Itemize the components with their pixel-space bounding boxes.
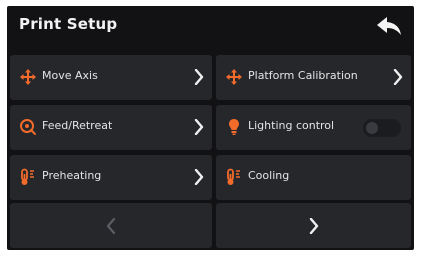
lighting-toggle[interactable]	[363, 119, 401, 137]
move-axis-icon	[18, 67, 38, 87]
lighting-control-label: Lighting control	[248, 119, 335, 132]
cooling-label: Cooling	[248, 169, 290, 182]
preheating-button[interactable]: Preheating	[10, 155, 212, 200]
light-bulb-icon	[224, 117, 244, 137]
toggle-knob	[366, 122, 378, 134]
back-arrow-icon	[377, 17, 401, 35]
next-page-button[interactable]	[216, 203, 411, 248]
thermometer-icon	[18, 167, 38, 187]
print-setup-screen: Print Setup Move Axis Platform Calibrati…	[7, 6, 414, 250]
feed-retreat-button[interactable]: Feed/Retreat	[10, 105, 212, 150]
move-axis-icon	[224, 67, 244, 87]
platform-calibration-button[interactable]: Platform Calibration	[216, 55, 411, 100]
chevron-right-icon	[192, 116, 206, 138]
header: Print Setup	[7, 6, 414, 46]
back-button[interactable]	[372, 12, 406, 40]
chevron-left-icon	[106, 217, 116, 234]
platform-calibration-label: Platform Calibration	[248, 69, 358, 82]
filament-icon	[18, 117, 38, 137]
page-title: Print Setup	[19, 15, 118, 33]
move-axis-label: Move Axis	[42, 69, 98, 82]
feed-retreat-label: Feed/Retreat	[42, 119, 113, 132]
move-axis-button[interactable]: Move Axis	[10, 55, 212, 100]
lighting-control-row: Lighting control	[216, 105, 411, 150]
chevron-right-icon	[192, 166, 206, 188]
cooling-button[interactable]: Cooling	[216, 155, 411, 200]
thermometer-icon	[224, 167, 244, 187]
chevron-right-icon	[309, 217, 319, 234]
chevron-right-icon	[192, 66, 206, 88]
chevron-right-icon	[391, 66, 405, 88]
previous-page-button[interactable]	[10, 203, 212, 248]
preheating-label: Preheating	[42, 169, 102, 182]
